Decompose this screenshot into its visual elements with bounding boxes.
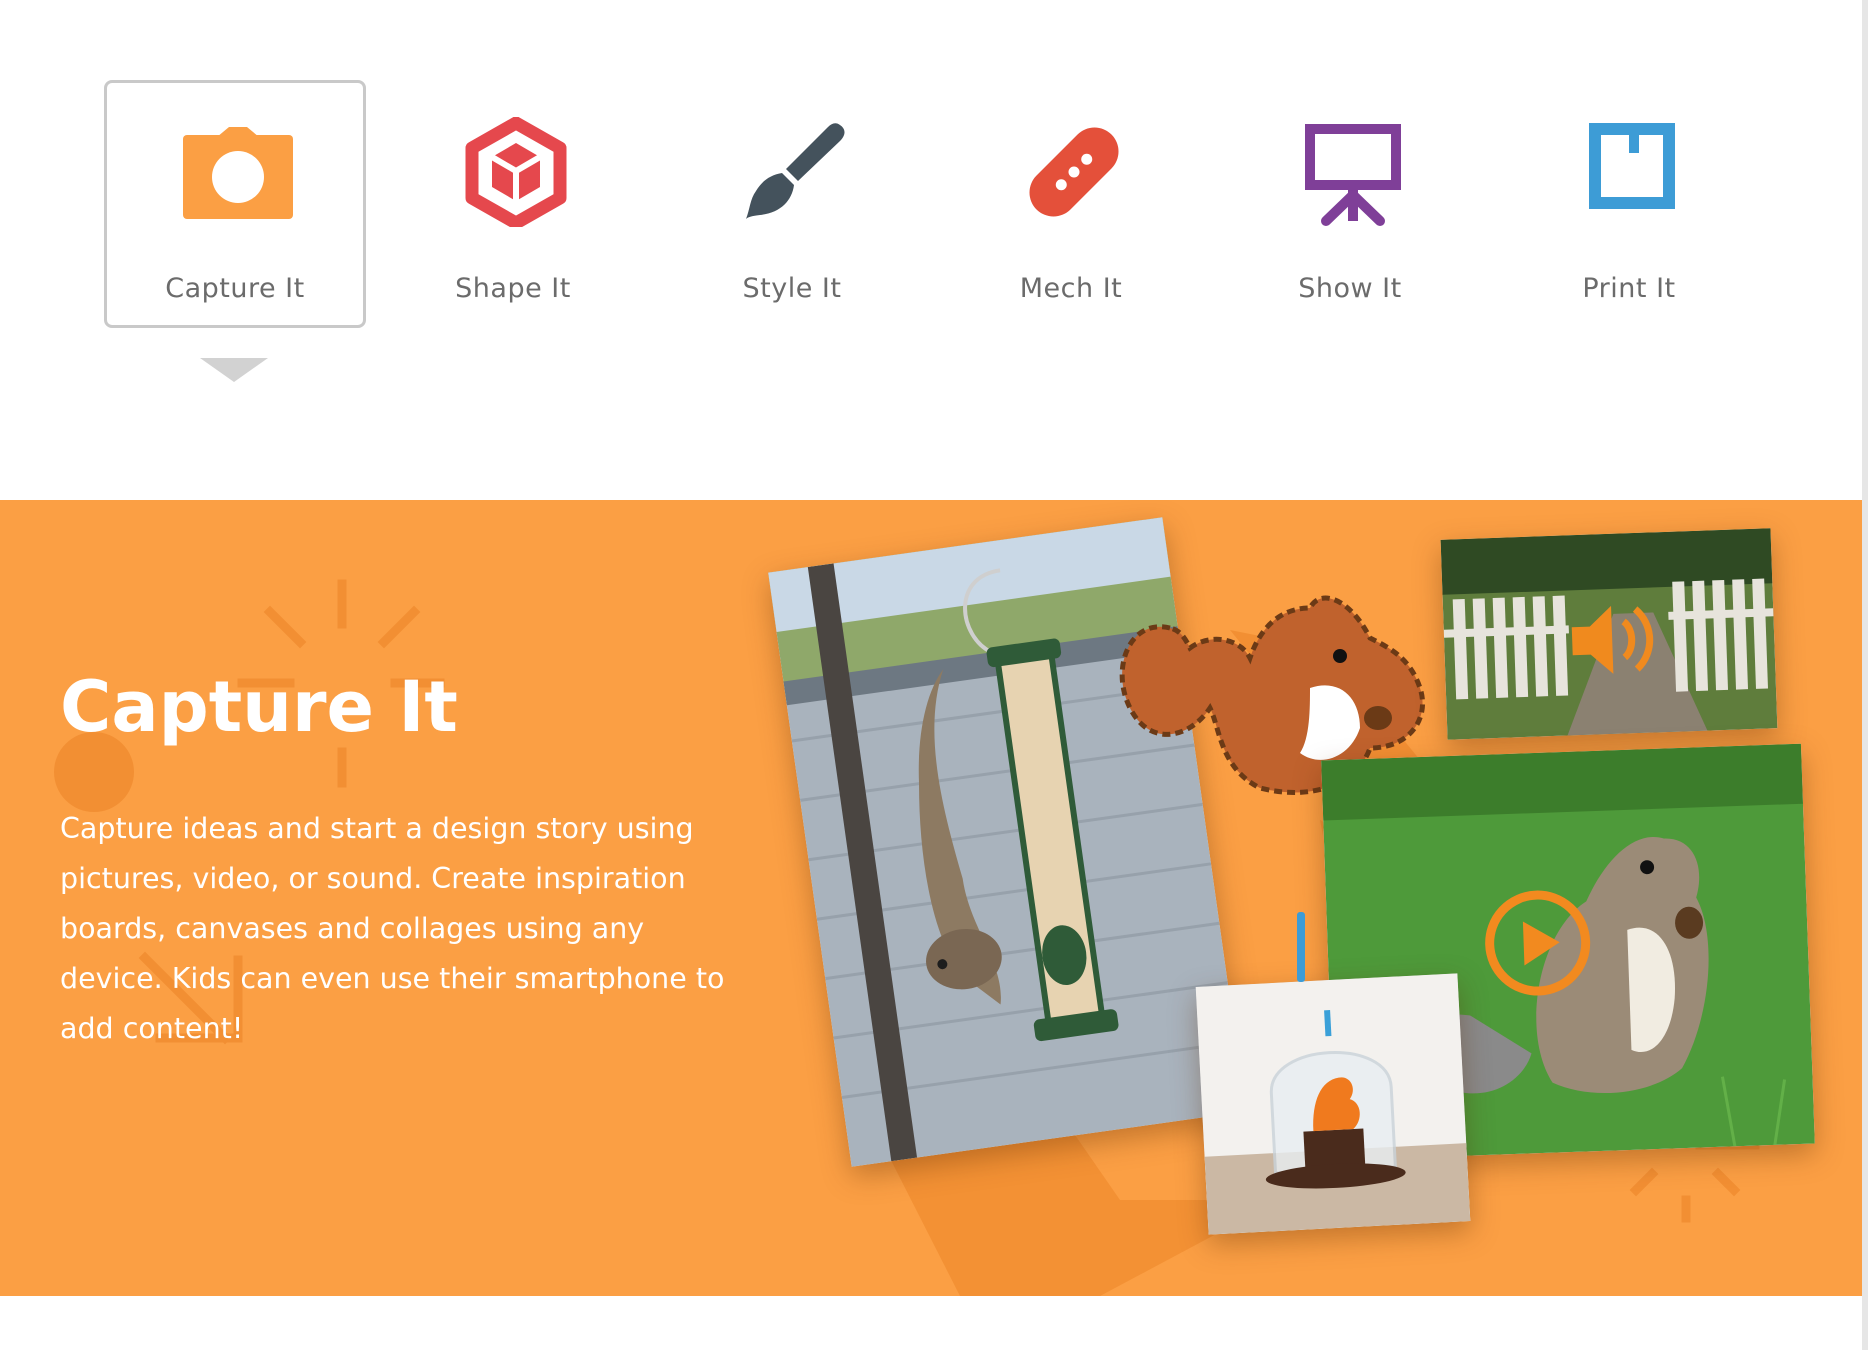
garden-gate-audio-photo — [1440, 528, 1778, 740]
hanging-string-decoration — [1297, 912, 1305, 982]
scrollbar-track[interactable] — [1862, 0, 1868, 1350]
tab-print-it[interactable]: Print It — [1498, 80, 1760, 328]
tab-capture-it[interactable]: Capture It — [104, 80, 366, 328]
feature-tabs: Capture It Shape It Style It Mech It Sho… — [0, 0, 1862, 500]
cube-icon — [465, 117, 567, 227]
tab-label: Style It — [742, 273, 842, 304]
dome-model-illustration — [1195, 973, 1471, 1235]
tab-label: Mech It — [1019, 273, 1123, 304]
tab-label: Print It — [1582, 273, 1676, 304]
page-footer-space — [0, 1296, 1862, 1350]
panel-description: Capture ideas and start a design story u… — [60, 812, 725, 1045]
tab-style-it[interactable]: Style It — [661, 80, 923, 328]
active-tab-indicator — [200, 358, 268, 382]
presentation-board-icon — [1305, 124, 1401, 226]
bandage-icon — [1029, 127, 1119, 217]
tab-mech-it[interactable]: Mech It — [940, 80, 1202, 328]
feature-panel: Capture It Capture ideas and start a des… — [0, 500, 1862, 1296]
tab-show-it[interactable]: Show It — [1219, 80, 1481, 328]
panel-title: Capture It — [60, 666, 458, 748]
tab-shape-it[interactable]: Shape It — [382, 80, 644, 328]
camera-icon — [183, 127, 293, 219]
tab-label: Capture It — [165, 273, 305, 304]
tab-label: Shape It — [455, 273, 571, 304]
print-page-icon — [1589, 123, 1675, 209]
capture-it-page: Capture It Shape It Style It Mech It Sho… — [0, 0, 1868, 1350]
tab-label: Show It — [1298, 273, 1402, 304]
paintbrush-icon — [746, 123, 845, 219]
squirrel-dome-model-photo — [1195, 973, 1471, 1235]
garden-gate-illustration — [1440, 528, 1778, 740]
